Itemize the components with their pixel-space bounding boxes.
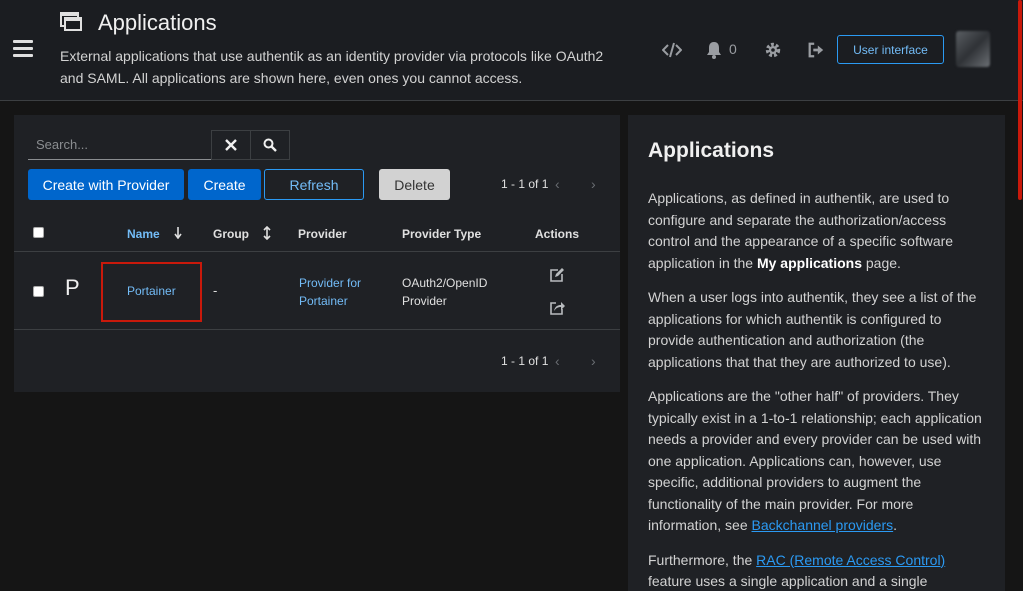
help-body: Applications, as defined in authentik, a… (648, 188, 988, 591)
help-bold-text: My applications (756, 254, 862, 271)
sign-out-icon[interactable] (807, 40, 825, 60)
scrollbar[interactable] (1018, 0, 1022, 200)
create-button[interactable]: Create (188, 169, 261, 200)
sort-both-icon[interactable] (263, 226, 271, 240)
help-text: . (893, 517, 898, 533)
help-text: Furthermore, the (648, 551, 757, 568)
create-with-provider-button[interactable]: Create with Provider (28, 169, 184, 200)
divider (14, 251, 620, 252)
gear-icon[interactable] (764, 40, 782, 60)
search-icon (263, 138, 277, 152)
column-header-group[interactable]: Group (213, 227, 249, 241)
page-title: Applications (98, 10, 217, 35)
clear-search-button[interactable] (211, 130, 251, 160)
previous-page-button[interactable]: ‹ (555, 176, 560, 192)
bell-icon[interactable] (705, 40, 723, 60)
applications-window-icon (60, 12, 82, 31)
provider-type: OAuth2/OpenID Provider (402, 276, 488, 308)
column-header-provider: Provider (298, 227, 347, 241)
close-icon (225, 139, 237, 151)
code-icon[interactable] (662, 40, 682, 60)
search-bar (28, 130, 291, 160)
help-text: Applications are the "other half" of pro… (648, 388, 982, 533)
pagination-info-top: 1 - 1 of 1 (501, 177, 549, 191)
next-page-button[interactable]: › (591, 176, 596, 192)
refresh-button[interactable]: Refresh (264, 169, 364, 200)
page-description: External applications that use authentik… (60, 48, 604, 86)
app-letter-icon: P (65, 275, 80, 300)
search-button[interactable] (250, 130, 290, 160)
column-header-provider-type: Provider Type (402, 227, 482, 241)
hamburger-menu-icon[interactable] (13, 40, 33, 57)
row-checkbox[interactable] (33, 286, 44, 297)
help-paragraph: Applications, as defined in authentik, a… (648, 188, 988, 274)
column-header-actions: Actions (535, 227, 580, 241)
divider (14, 329, 620, 330)
delete-button[interactable]: Delete (379, 169, 450, 200)
help-paragraph: Applications are the "other half" of pro… (648, 386, 988, 537)
help-paragraph: Furthermore, the RAC (Remote Access Cont… (648, 550, 988, 591)
pagination-info-bottom: 1 - 1 of 1 (501, 354, 549, 368)
backchannel-providers-link[interactable]: Backchannel providers (752, 517, 894, 533)
provider-link[interactable]: Provider for Portainer (299, 274, 379, 310)
rac-link[interactable]: RAC (Remote Access Control) (756, 552, 945, 568)
app-group: - (213, 283, 218, 298)
edit-icon[interactable] (549, 267, 565, 283)
help-paragraph: When a user logs into authentik, they se… (648, 289, 977, 370)
avatar[interactable] (956, 31, 990, 67)
external-link-icon[interactable] (549, 300, 565, 316)
select-all-checkbox[interactable] (33, 227, 44, 238)
applications-table-card: Create with Provider Create Refresh Dele… (14, 115, 620, 392)
column-header-name[interactable]: Name (127, 227, 160, 241)
search-input[interactable] (28, 130, 211, 160)
help-title: Applications (648, 139, 775, 162)
help-text: page. (862, 254, 901, 271)
next-page-button-bottom[interactable]: › (591, 353, 596, 369)
previous-page-button-bottom[interactable]: ‹ (555, 353, 560, 369)
sort-down-icon[interactable] (174, 227, 182, 239)
help-text: feature uses a single application and a … (648, 573, 928, 589)
page-header: Applications External applications that … (0, 0, 1023, 101)
help-sidebar: Applications Applications, as defined in… (628, 115, 1005, 591)
user-interface-button[interactable]: User interface (837, 35, 944, 64)
notification-count: 0 (729, 41, 737, 57)
app-name-link[interactable]: Portainer (127, 284, 176, 298)
